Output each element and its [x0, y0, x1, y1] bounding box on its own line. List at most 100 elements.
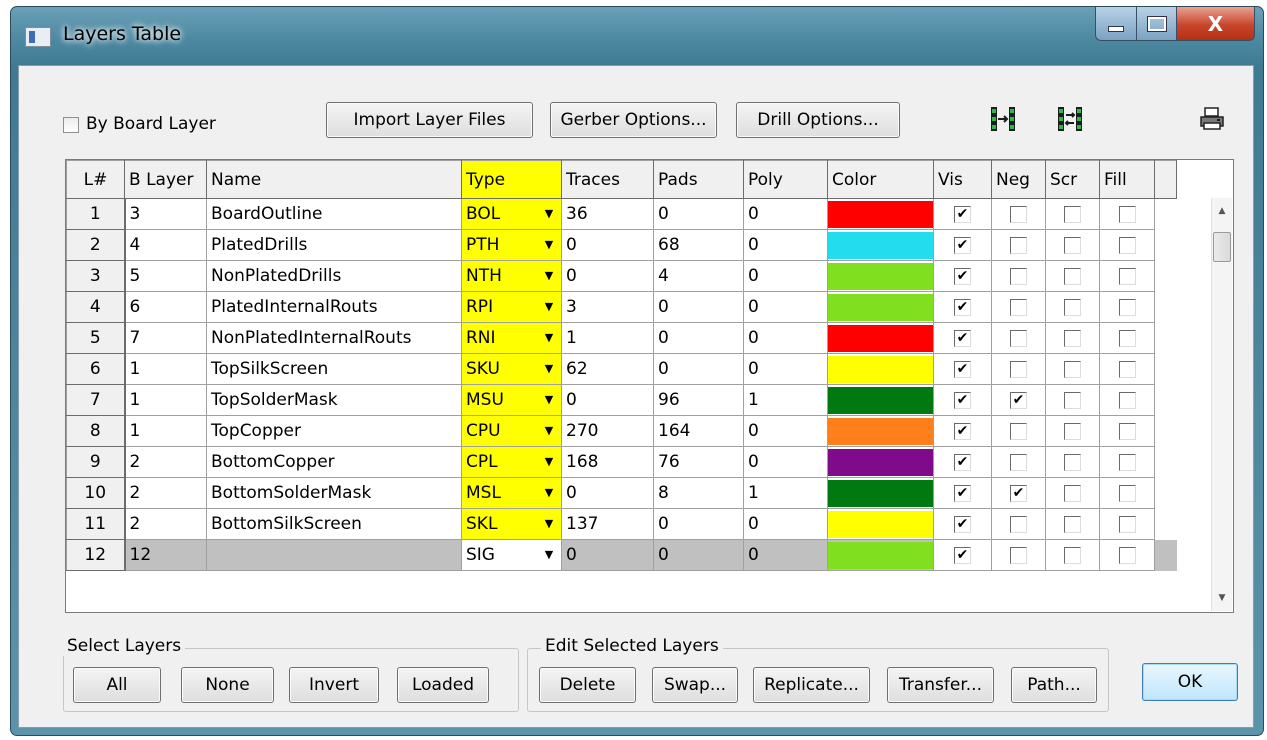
invert-selection-button[interactable]: Invert: [289, 667, 379, 703]
minimize-button[interactable]: [1095, 7, 1137, 41]
vis-checkbox[interactable]: ✔: [954, 515, 971, 533]
cell-traces[interactable]: 0: [561, 477, 654, 509]
row-number[interactable]: 5: [66, 322, 126, 354]
layers-grid[interactable]: L# B Layer Name Type Traces Pads Poly Co…: [65, 159, 1234, 613]
cell-name[interactable]: PlatedDrills: [206, 229, 462, 261]
cell-name[interactable]: TopSolderMask: [206, 384, 462, 416]
dropdown-arrow-icon[interactable]: ▼: [538, 356, 560, 381]
vis-checkbox[interactable]: ✔: [954, 453, 971, 471]
transfer-button[interactable]: Transfer...: [887, 667, 994, 703]
scroll-thumb[interactable]: [1213, 232, 1231, 262]
align-columns-icon[interactable]: [986, 103, 1020, 135]
neg-checkbox[interactable]: [1010, 546, 1027, 564]
dropdown-arrow-icon[interactable]: ▼: [538, 232, 560, 257]
select-all-button[interactable]: All: [73, 667, 161, 703]
header-traces[interactable]: Traces: [561, 160, 654, 199]
import-layer-files-button[interactable]: Import Layer Files: [326, 102, 533, 138]
fill-checkbox[interactable]: [1118, 360, 1136, 378]
cell-poly[interactable]: 0: [743, 508, 828, 540]
scr-checkbox[interactable]: [1064, 546, 1081, 564]
cell-name[interactable]: [206, 539, 462, 571]
by-board-layer-label[interactable]: By Board Layer: [86, 114, 216, 134]
scroll-down-arrow-icon[interactable]: ▼: [1212, 587, 1232, 609]
vertical-scrollbar[interactable]: ▲ ▼: [1211, 198, 1232, 611]
row-number[interactable]: 2: [66, 229, 126, 261]
scr-checkbox[interactable]: [1064, 422, 1081, 440]
neg-checkbox[interactable]: [1010, 267, 1027, 285]
row-number[interactable]: 3: [66, 260, 126, 292]
ok-button[interactable]: OK: [1142, 663, 1238, 701]
swap-button[interactable]: Swap...: [652, 667, 738, 703]
dropdown-arrow-icon[interactable]: ▼: [538, 201, 560, 226]
header-blayer[interactable]: B Layer: [124, 160, 207, 199]
cell-poly[interactable]: 0: [743, 291, 828, 323]
select-none-button[interactable]: None: [181, 667, 274, 703]
fill-checkbox[interactable]: [1118, 515, 1136, 533]
cell-name[interactable]: TopSilkScreen: [206, 353, 462, 385]
cell-color[interactable]: [827, 477, 934, 509]
scroll-up-arrow-icon[interactable]: ▲: [1212, 200, 1232, 222]
cell-pads[interactable]: 0: [653, 508, 744, 540]
cell-traces[interactable]: 36: [561, 198, 654, 230]
cell-pads[interactable]: 4: [653, 260, 744, 292]
cell-type[interactable]: SKL ▼: [461, 508, 562, 540]
neg-checkbox[interactable]: ✔: [1010, 391, 1027, 409]
fill-checkbox[interactable]: [1118, 236, 1136, 254]
table-row[interactable]: 3 5 NonPlatedDrills NTH ▼ 0 4 0 ✔: [66, 260, 1177, 292]
fill-checkbox[interactable]: [1118, 267, 1136, 285]
cell-color[interactable]: [827, 291, 934, 323]
cell-name[interactable]: NonPlatedInternalRouts: [206, 322, 462, 354]
cell-blayer[interactable]: 1: [124, 384, 207, 416]
cell-traces[interactable]: 3: [561, 291, 654, 323]
table-row[interactable]: 7 1 TopSolderMask MSU ▼ 0 96 1 ✔ ✔: [66, 384, 1177, 416]
row-number[interactable]: 6: [66, 353, 126, 385]
cell-poly[interactable]: 0: [743, 353, 828, 385]
dropdown-arrow-icon[interactable]: ▼: [538, 263, 560, 288]
row-number[interactable]: 11: [66, 508, 126, 540]
scr-checkbox[interactable]: [1064, 484, 1081, 502]
scr-checkbox[interactable]: [1064, 329, 1081, 347]
row-number[interactable]: 1: [66, 198, 126, 230]
cell-type[interactable]: MSL ▼: [461, 477, 562, 509]
vis-checkbox[interactable]: ✔: [954, 484, 971, 502]
cell-poly[interactable]: 0: [743, 446, 828, 478]
cell-type[interactable]: RPI ▼: [461, 291, 562, 323]
cell-blayer[interactable]: 1: [124, 415, 207, 447]
table-row[interactable]: 11 2 BottomSilkScreen SKL ▼ 137 0 0 ✔: [66, 508, 1177, 540]
fill-checkbox[interactable]: [1118, 205, 1136, 223]
cell-type[interactable]: NTH ▼: [461, 260, 562, 292]
dropdown-arrow-icon[interactable]: ▼: [538, 294, 560, 319]
cell-pads[interactable]: 8: [653, 477, 744, 509]
cell-pads[interactable]: 68: [653, 229, 744, 261]
cell-type[interactable]: MSU ▼: [461, 384, 562, 416]
vis-checkbox[interactable]: ✔: [954, 422, 971, 440]
cell-color[interactable]: [827, 353, 934, 385]
neg-checkbox[interactable]: [1010, 422, 1027, 440]
fill-checkbox[interactable]: [1118, 546, 1136, 564]
dropdown-arrow-icon[interactable]: ▼: [538, 449, 560, 474]
row-number[interactable]: 7: [66, 384, 126, 416]
cell-name[interactable]: BottomSilkScreen: [206, 508, 462, 540]
cell-color[interactable]: [827, 260, 934, 292]
cell-pads[interactable]: 0: [653, 198, 744, 230]
cell-color[interactable]: [827, 508, 934, 540]
vis-checkbox[interactable]: ✔: [954, 298, 971, 316]
cell-color[interactable]: [827, 322, 934, 354]
dropdown-arrow-icon[interactable]: ▼: [538, 480, 560, 505]
cell-type[interactable]: SIG ▼: [461, 539, 562, 571]
title-bar[interactable]: Layers Table X: [11, 7, 1263, 65]
neg-checkbox[interactable]: [1010, 515, 1027, 533]
table-row[interactable]: 6 1 TopSilkScreen SKU ▼ 62 0 0 ✔: [66, 353, 1177, 385]
scr-checkbox[interactable]: [1064, 391, 1081, 409]
fill-checkbox[interactable]: [1118, 453, 1136, 471]
cell-type[interactable]: RNI ▼: [461, 322, 562, 354]
cell-color[interactable]: [827, 415, 934, 447]
cell-poly[interactable]: 0: [743, 415, 828, 447]
header-vis[interactable]: Vis: [933, 160, 992, 199]
cell-blayer[interactable]: 2: [124, 508, 207, 540]
cell-blayer[interactable]: 1: [124, 353, 207, 385]
cell-pads[interactable]: 0: [653, 322, 744, 354]
table-row[interactable]: 1 3 BoardOutline BOL ▼ 36 0 0 ✔: [66, 198, 1177, 230]
cell-blayer[interactable]: 12: [124, 539, 207, 571]
table-row[interactable]: 2 4 PlatedDrills PTH ▼ 0 68 0 ✔: [66, 229, 1177, 261]
